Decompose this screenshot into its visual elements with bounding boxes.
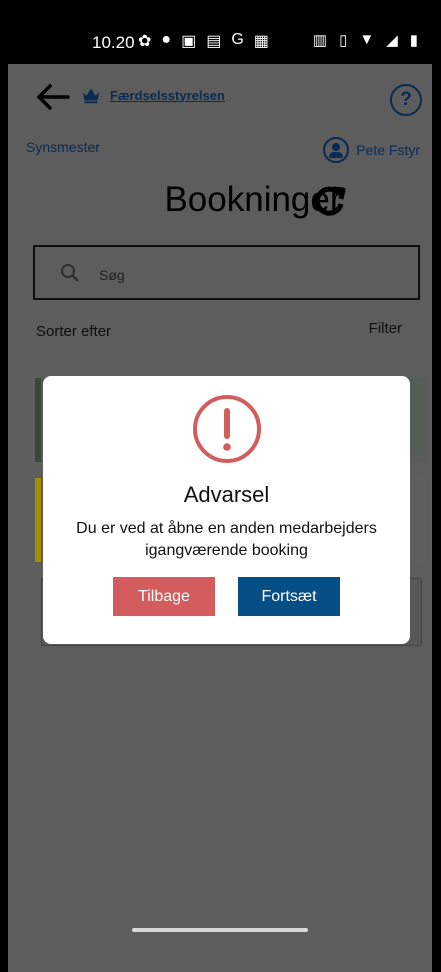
- continue-button[interactable]: Fortsæt: [238, 577, 340, 616]
- dialog-message: Du er ved at åbne en anden medarbejders …: [76, 520, 377, 559]
- google-icon: G: [231, 31, 244, 48]
- facebook-icon: ●: [161, 31, 172, 48]
- warning-dialog: Advarsel Du er ved at åbne en anden meda…: [43, 376, 410, 644]
- cell-icon: ◢: [386, 32, 398, 49]
- status-time: 10.20: [92, 33, 135, 52]
- volte-icon: ▥: [312, 32, 328, 49]
- vpn-icon: ▣: [181, 33, 197, 50]
- dialog-title: Advarsel: [183, 482, 270, 507]
- status-left-icons: ✿ ● ▣ ▤ G ▦: [138, 31, 269, 51]
- gesture-nav-bar[interactable]: [132, 928, 308, 932]
- battery-icon: ▮: [409, 32, 418, 49]
- status-bar: 10.20 ✿ ● ▣ ▤ G ▦ ▥ ▯ ▼ ◢ ▮: [8, 0, 432, 64]
- signal-icon: ▤: [206, 33, 222, 50]
- warning-icon: [193, 395, 261, 463]
- settings-icon: ✿: [138, 33, 152, 50]
- vibrate-icon: ▯: [339, 32, 348, 49]
- back-button[interactable]: Tilbage: [113, 577, 215, 616]
- phone-screen: 10.20 ✿ ● ▣ ▤ G ▦ ▥ ▯ ▼ ◢ ▮ Færdselsstyr…: [0, 0, 441, 972]
- status-right-icons: ▥ ▯ ▼ ◢ ▮: [313, 31, 418, 49]
- image-icon: ▦: [253, 33, 269, 50]
- app-content: Færdselsstyrelsen ? Synsmester Pete Fsty…: [8, 64, 432, 972]
- wifi-icon: ▼: [359, 31, 375, 48]
